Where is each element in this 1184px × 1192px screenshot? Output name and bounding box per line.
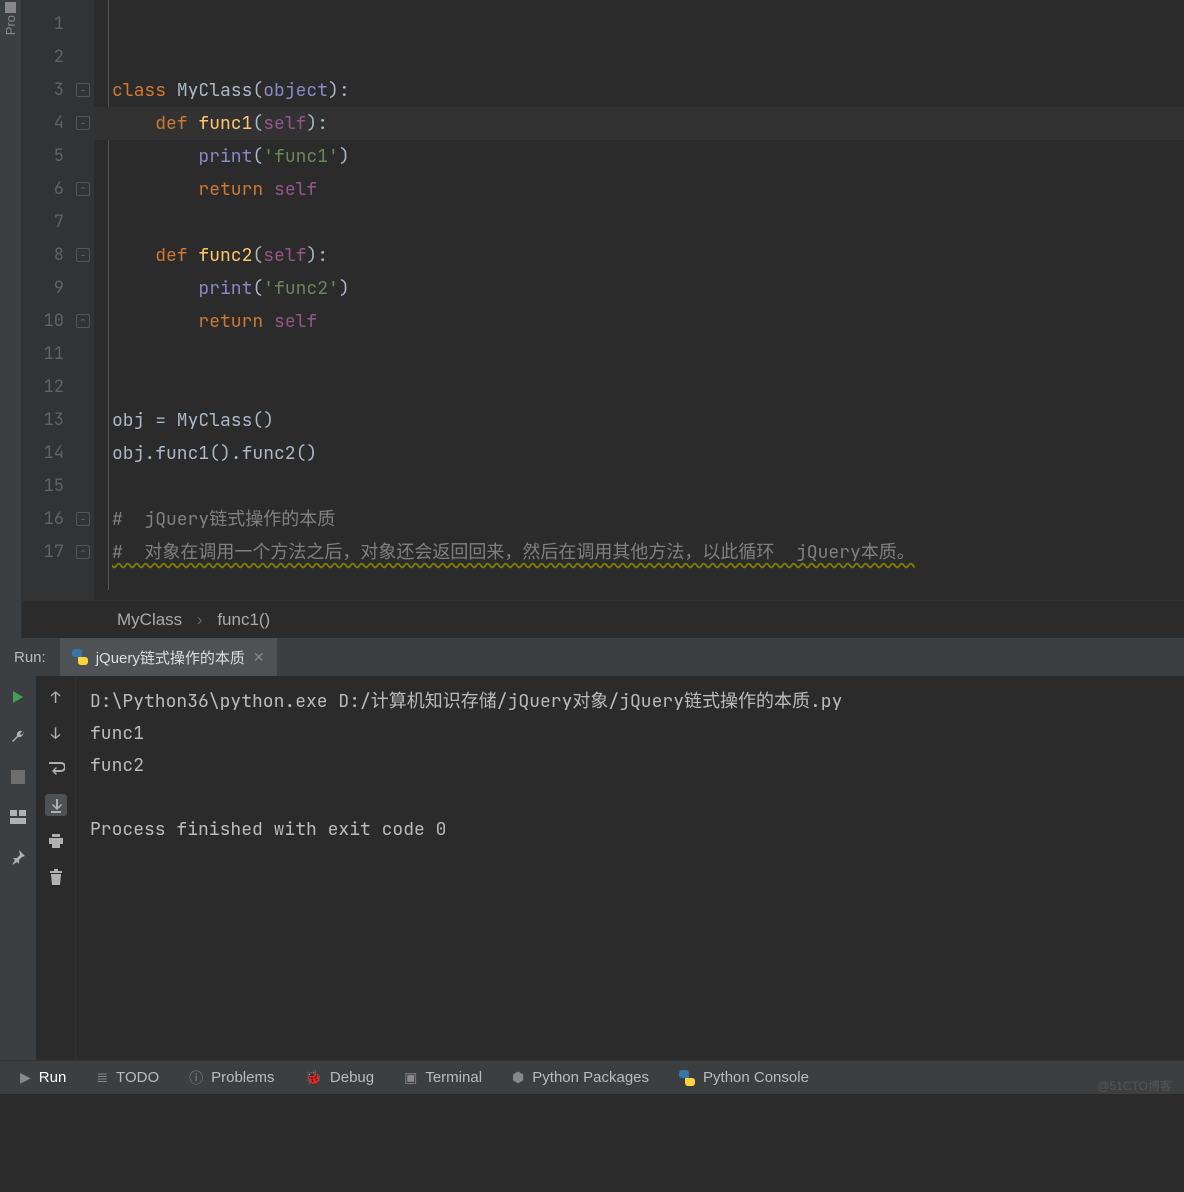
code-line[interactable]: class MyClass(object): <box>112 74 350 107</box>
run-tool-window: Run: jQuery链式操作的本质 ✕ ↑ <box>0 638 1184 1060</box>
up-arrow-icon[interactable]: ↑ <box>45 686 67 708</box>
fold-icon[interactable]: − <box>76 248 90 262</box>
line-number: 12 <box>34 371 64 404</box>
todo-tab-button[interactable]: ≣TODO <box>96 1069 159 1086</box>
line-number: 11 <box>34 338 64 371</box>
line-number: 7 <box>34 206 64 239</box>
breadcrumb-func[interactable]: func1() <box>217 610 270 629</box>
run-label: Run: <box>0 649 60 666</box>
code-line[interactable]: def func2(self): <box>112 239 328 272</box>
code-line[interactable]: print('func1') <box>112 140 350 173</box>
run-tab-button[interactable]: ▶Run <box>20 1069 66 1086</box>
code-line[interactable]: # 对象在调用一个方法之后，对象还会返回回来，然后在调用其他方法，以此循环 jQ… <box>112 536 915 569</box>
breadcrumb-class[interactable]: MyClass <box>117 610 182 629</box>
soft-wrap-icon[interactable] <box>45 758 67 780</box>
stop-button[interactable] <box>7 766 29 788</box>
problems-tab-button[interactable]: ⓘProblems <box>189 1068 274 1088</box>
code-line[interactable]: obj.func1().func2() <box>112 437 317 470</box>
project-tool-tab[interactable]: Pro <box>3 15 18 35</box>
trash-icon[interactable] <box>45 866 67 888</box>
fold-icon[interactable]: − <box>76 116 90 130</box>
line-number: 3 <box>34 74 64 107</box>
line-number: 9 <box>34 272 64 305</box>
line-number: 8 <box>34 239 64 272</box>
run-header: Run: jQuery链式操作的本质 ✕ <box>0 638 1184 676</box>
rerun-button[interactable] <box>7 686 29 708</box>
line-number: 6 <box>34 173 64 206</box>
fold-icon[interactable]: ⌃ <box>76 314 90 328</box>
line-number: 15 <box>34 470 64 503</box>
fold-icon[interactable]: ⌃ <box>76 545 90 559</box>
tool-window-marker <box>5 2 16 13</box>
console-tab-button[interactable]: Python Console <box>679 1069 809 1086</box>
terminal-tab-button[interactable]: ▣Terminal <box>404 1069 482 1086</box>
info-icon: ⓘ <box>189 1068 203 1088</box>
python-icon <box>679 1070 695 1086</box>
print-icon[interactable] <box>45 830 67 852</box>
bottom-tool-bar: ▶Run ≣TODO ⓘProblems 🐞Debug ▣Terminal ⬢P… <box>0 1060 1184 1094</box>
code-line[interactable]: return self <box>112 305 317 338</box>
gutter: 123−4−56⌃78−910⌃111213141516−17⌃ <box>22 0 94 600</box>
wrench-icon[interactable] <box>7 726 29 748</box>
code-line[interactable]: return self <box>112 173 317 206</box>
code-line[interactable]: # jQuery链式操作的本质 <box>112 503 335 536</box>
packages-icon: ⬢ <box>512 1069 524 1086</box>
run-toolbar-primary <box>0 676 36 1060</box>
python-icon <box>72 649 88 665</box>
code-line[interactable]: obj = MyClass() <box>112 404 274 437</box>
bug-icon: 🐞 <box>304 1069 321 1086</box>
close-icon[interactable]: ✕ <box>253 649 265 666</box>
fold-icon[interactable]: ⌃ <box>76 182 90 196</box>
down-arrow-icon[interactable]: ↓ <box>45 722 67 744</box>
line-number: 2 <box>34 41 64 74</box>
line-number: 1 <box>34 8 64 41</box>
line-number: 14 <box>34 437 64 470</box>
run-tab[interactable]: jQuery链式操作的本质 ✕ <box>60 638 277 676</box>
play-icon: ▶ <box>20 1069 31 1086</box>
console-output[interactable]: D:\Python36\python.exe D:/计算机知识存储/jQuery… <box>90 686 1174 846</box>
pin-icon[interactable] <box>7 846 29 868</box>
breadcrumb-separator: › <box>197 610 203 629</box>
scroll-to-end-icon[interactable] <box>45 794 67 816</box>
fold-icon[interactable]: − <box>76 512 90 526</box>
code-editor[interactable]: 123−4−56⌃78−910⌃111213141516−17⌃ class M… <box>22 0 1184 600</box>
layout-icon[interactable] <box>7 806 29 828</box>
line-number: 4 <box>34 107 64 140</box>
breadcrumb-bar: MyClass › func1() <box>22 600 1184 638</box>
code-line[interactable]: def func1(self): <box>112 107 328 140</box>
line-number: 13 <box>34 404 64 437</box>
fold-icon[interactable]: − <box>76 83 90 97</box>
code-line[interactable]: print('func2') <box>112 272 350 305</box>
line-number: 5 <box>34 140 64 173</box>
terminal-icon: ▣ <box>404 1069 417 1086</box>
line-number: 10 <box>34 305 64 338</box>
indent-guide <box>108 0 109 590</box>
run-tab-title: jQuery链式操作的本质 <box>96 647 245 668</box>
list-icon: ≣ <box>96 1069 108 1086</box>
line-number: 16 <box>34 503 64 536</box>
debug-tab-button[interactable]: 🐞Debug <box>304 1069 374 1086</box>
watermark: @51CTO博客 <box>1097 1077 1172 1094</box>
packages-tab-button[interactable]: ⬢Python Packages <box>512 1069 649 1086</box>
code-area[interactable]: class MyClass(object): def func1(self): … <box>94 0 1184 600</box>
line-number: 17 <box>34 536 64 569</box>
run-toolbar-secondary: ↑ ↓ <box>36 676 76 1060</box>
